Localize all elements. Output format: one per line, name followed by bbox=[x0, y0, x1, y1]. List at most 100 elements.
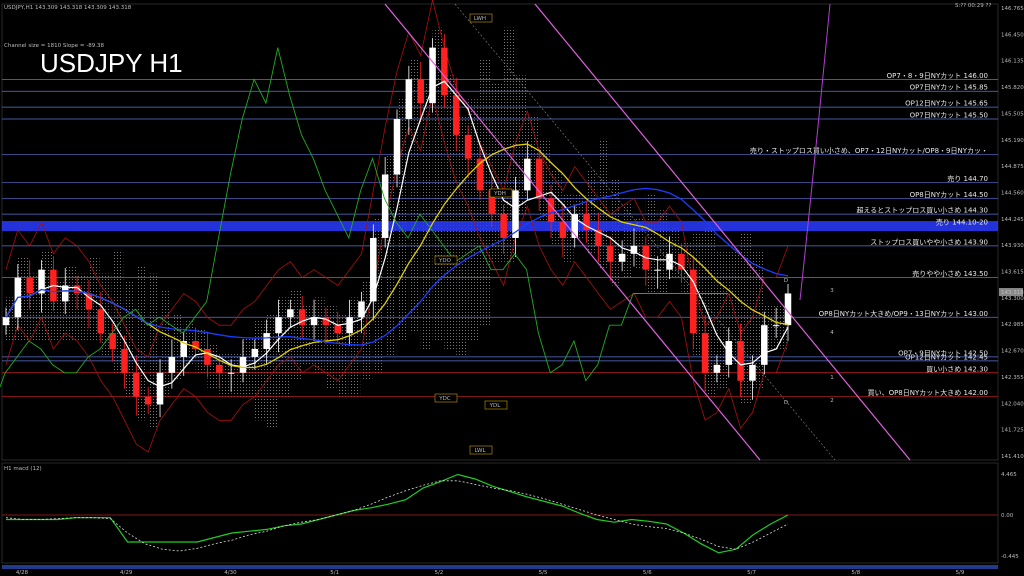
y-tick-label: 143.615 bbox=[1001, 270, 1024, 276]
y-tick-label: 146.135 bbox=[1001, 59, 1024, 65]
x-tick-label: 5/7 bbox=[747, 570, 756, 576]
marker-label: D bbox=[784, 278, 788, 284]
marker-label: 4 bbox=[830, 330, 834, 336]
y-tick-label: 142.355 bbox=[1001, 375, 1024, 381]
level-label: 買い、OP8日NYカット大きめ 142.00 bbox=[868, 388, 988, 397]
level-label: OP12日NYカット 142.45 bbox=[905, 353, 988, 361]
marker-label: YDO bbox=[438, 258, 452, 264]
current-price-label: 143.318 bbox=[1001, 290, 1024, 296]
candle-body bbox=[263, 333, 270, 349]
candle-body bbox=[26, 277, 33, 294]
y-tick-label: 144.245 bbox=[1001, 217, 1024, 223]
x-tick-label: 5/1 bbox=[330, 570, 339, 576]
candle-body bbox=[168, 356, 176, 373]
marker-label: 3 bbox=[830, 288, 834, 294]
candle-body bbox=[121, 348, 128, 373]
level-label: 売り 144.70 bbox=[947, 174, 988, 183]
cloud-segment bbox=[669, 226, 681, 278]
candle-body bbox=[559, 222, 567, 238]
candle-body bbox=[737, 341, 744, 381]
y-tick-label: 146.450 bbox=[1001, 32, 1024, 38]
x-tick-label: 4/30 bbox=[224, 570, 237, 576]
candle-body bbox=[452, 95, 460, 135]
y-tick-label: 146.765 bbox=[1001, 6, 1024, 12]
candle-body bbox=[678, 253, 685, 270]
chart-header: USDJPY,H1 143.309 143.318 143.309 143.31… bbox=[4, 5, 132, 11]
candle-body bbox=[701, 333, 709, 373]
level-label: 売り 144.10-20 bbox=[936, 218, 988, 227]
macd-pane-frame bbox=[1, 462, 999, 564]
marker-label: D bbox=[784, 400, 788, 406]
marker-label: 1 bbox=[830, 375, 834, 381]
cloud-segment bbox=[148, 273, 159, 429]
cloud-segment bbox=[420, 83, 432, 349]
candle-body bbox=[334, 325, 342, 334]
macd-tick-label: -0.445 bbox=[1001, 554, 1019, 560]
candle-body bbox=[97, 309, 105, 334]
x-tick-label: 5/2 bbox=[434, 570, 443, 576]
level-label: OP12日NYカット 145.65 bbox=[905, 100, 988, 108]
macd-tick-label: 0.00 bbox=[1001, 513, 1014, 519]
candle-body bbox=[275, 317, 282, 334]
macd-tick-label: 4.465 bbox=[1001, 472, 1017, 478]
candle-body bbox=[381, 174, 389, 238]
cloud-segment bbox=[622, 202, 633, 278]
candle-body bbox=[618, 253, 626, 262]
macd-main-line bbox=[6, 473, 789, 554]
top-right-text: S:?? 00:29 ?? bbox=[955, 3, 991, 9]
macd-label: H1 macd (12) bbox=[4, 466, 42, 472]
marker-label: YDL bbox=[489, 403, 502, 409]
marker-label: LWH bbox=[474, 16, 486, 22]
y-tick-label: 141.725 bbox=[1001, 428, 1024, 434]
y-tick-label: 142.040 bbox=[1001, 401, 1024, 407]
y-tick-label: 144.875 bbox=[1001, 164, 1024, 170]
candle-body bbox=[156, 372, 164, 405]
y-tick-label: 142.985 bbox=[1001, 322, 1024, 328]
candle-body bbox=[393, 118, 401, 175]
candle-body bbox=[216, 364, 223, 373]
candle-body bbox=[144, 396, 152, 405]
candle-body bbox=[287, 309, 294, 318]
cloud-segment bbox=[219, 352, 230, 397]
level-label: 超えるとストップロス買い小さめ 144.30 bbox=[856, 206, 988, 215]
y-tick-label: 145.820 bbox=[1001, 85, 1024, 91]
candle-body bbox=[607, 245, 614, 262]
usdjpy-chart: OP7・8・9日NYカット 146.00 OP7日NYカット 145.85 OP12… bbox=[0, 0, 1024, 576]
sell-zone-band bbox=[2, 221, 998, 232]
candle-body bbox=[500, 214, 507, 238]
x-tick-label: 5/6 bbox=[643, 570, 652, 576]
level-label: OP7日NYカット 145.50 bbox=[910, 111, 988, 119]
candle-body bbox=[251, 348, 259, 357]
candle-body bbox=[2, 317, 10, 326]
marker-label: YDC bbox=[438, 396, 451, 402]
candle-body bbox=[749, 364, 756, 381]
candle-body bbox=[464, 134, 472, 159]
x-tick-label: 5/8 bbox=[851, 570, 860, 576]
candle-body bbox=[761, 325, 768, 365]
x-tick-label: 5/9 bbox=[956, 570, 965, 576]
level-label: 買い小さめ 142.30 bbox=[926, 364, 988, 373]
candle-body bbox=[441, 47, 448, 96]
y-tick-label: 145.505 bbox=[1001, 111, 1024, 117]
macd-signal-line bbox=[5, 480, 789, 552]
candle-body bbox=[666, 253, 673, 270]
candle-body bbox=[654, 269, 661, 271]
candle-body bbox=[239, 356, 247, 373]
candle-body bbox=[772, 325, 780, 327]
session-bar bbox=[2, 565, 998, 569]
level-label: OP7・8・9日NYカット 146.00 bbox=[887, 72, 988, 80]
x-tick-label: 4/29 bbox=[120, 570, 133, 576]
y-tick-label: 145.190 bbox=[1001, 138, 1024, 144]
y-tick-label: 141.410 bbox=[1001, 454, 1024, 460]
marker-label: 2 bbox=[830, 398, 834, 404]
cloud-segment bbox=[290, 289, 302, 381]
level-label: OP8日NYカット大きめ/OP9・13日NYカット 143.00 bbox=[819, 309, 988, 318]
chart-title: USDJPY H1 bbox=[40, 48, 183, 78]
y-tick-label: 144.560 bbox=[1001, 190, 1024, 196]
cloud-segment bbox=[65, 265, 76, 342]
candle-body bbox=[547, 198, 555, 223]
candle-body bbox=[417, 79, 424, 104]
cloud-segment bbox=[314, 297, 325, 373]
candle-body bbox=[204, 348, 211, 365]
x-tick-label: 4/28 bbox=[16, 570, 29, 576]
